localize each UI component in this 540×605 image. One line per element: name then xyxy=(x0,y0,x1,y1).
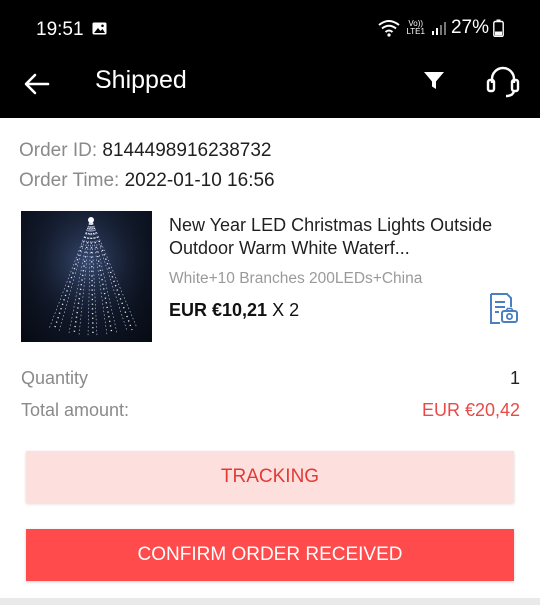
network-type-label: Vo)) LTE1 xyxy=(406,19,425,36)
page-title: Shipped xyxy=(95,66,187,94)
receipt-camera-icon[interactable] xyxy=(486,292,520,326)
total-value: EUR €20,42 xyxy=(421,400,520,420)
signal-icon xyxy=(431,22,446,35)
total-label: Total amount: xyxy=(21,400,130,420)
bottom-divider xyxy=(0,598,540,605)
product-price-line: EUR €10,21 X 2 xyxy=(169,300,299,321)
christmas-lights-image xyxy=(21,211,152,342)
tracking-button[interactable]: TRACKING xyxy=(26,451,514,503)
order-time-row: Order Time: 2022-01-10 16:56 xyxy=(19,166,275,196)
product-multiplier: X 2 xyxy=(272,300,300,320)
order-id-row: Order ID: 8144498916238732 xyxy=(19,136,275,166)
order-meta: Order ID: 8144498916238732 Order Time: 2… xyxy=(19,136,275,196)
headset-icon[interactable] xyxy=(483,65,523,99)
battery-percent: 27% xyxy=(450,17,489,38)
product-title[interactable]: New Year LED Christmas Lights Outside Ou… xyxy=(169,214,519,260)
battery-icon xyxy=(493,19,504,37)
status-bar: 19:51 Vo)) LTE1 27% xyxy=(0,0,540,58)
status-time: 19:51 xyxy=(36,19,84,40)
confirm-order-received-button[interactable]: CONFIRM ORDER RECEIVED xyxy=(26,529,514,581)
product-variant: White+10 Branches 200LEDs+China xyxy=(169,270,423,287)
wifi-icon xyxy=(378,20,401,37)
status-right-group: Vo)) LTE1 27% xyxy=(378,17,504,39)
total-row: Total amount: EUR €20,42 xyxy=(21,400,520,421)
order-time-label: Order Time: xyxy=(19,170,120,191)
app-bar: Shipped xyxy=(0,58,540,118)
quantity-row: Quantity 1 xyxy=(21,368,520,389)
image-icon xyxy=(92,22,107,35)
product-price: EUR €10,21 xyxy=(169,300,268,320)
order-id-label: Order ID: xyxy=(19,140,98,161)
quantity-label: Quantity xyxy=(21,368,89,388)
order-id-value: 8144498916238732 xyxy=(102,140,272,161)
back-arrow-icon[interactable] xyxy=(22,69,52,99)
quantity-value: 1 xyxy=(509,368,520,388)
order-time-value: 2022-01-10 16:56 xyxy=(124,170,275,191)
filter-icon[interactable] xyxy=(422,69,446,93)
product-thumbnail[interactable] xyxy=(21,211,152,342)
